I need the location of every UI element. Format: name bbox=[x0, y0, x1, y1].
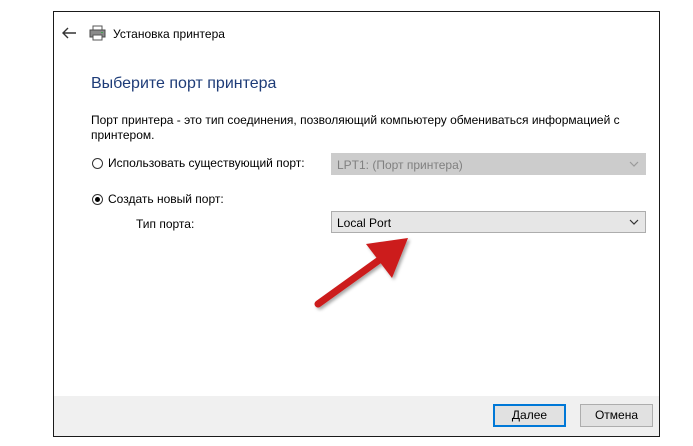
description-text: Порт принтера - это тип соединения, позв… bbox=[91, 113, 620, 142]
chevron-down-icon bbox=[629, 161, 639, 167]
create-new-port-option[interactable]: Создать новый порт: bbox=[92, 192, 224, 206]
printer-icon bbox=[89, 25, 106, 41]
existing-port-select: LPT1: (Порт принтера) bbox=[331, 153, 646, 175]
cancel-button[interactable]: Отмена bbox=[580, 404, 653, 427]
add-printer-dialog: Установка принтера Выберите порт принтер… bbox=[53, 11, 660, 437]
create-new-port-radio[interactable] bbox=[92, 193, 103, 205]
port-type-label: Тип порта: bbox=[136, 217, 195, 231]
next-button[interactable]: Далее bbox=[493, 404, 566, 427]
red-annotation-arrow bbox=[314, 238, 408, 308]
screenshot-canvas: Установка принтера Выберите порт принтер… bbox=[0, 0, 693, 446]
port-type-value: Local Port bbox=[337, 216, 392, 230]
title-bar: Установка принтера bbox=[54, 12, 659, 56]
use-existing-port-label: Использовать существующий порт: bbox=[108, 156, 305, 170]
existing-port-value: LPT1: (Порт принтера) bbox=[337, 158, 463, 172]
window-title: Установка принтера bbox=[113, 27, 225, 41]
chevron-down-icon bbox=[629, 219, 639, 225]
use-existing-port-radio[interactable] bbox=[92, 157, 103, 169]
dialog-footer: Далее Отмена bbox=[54, 396, 659, 436]
back-arrow-icon[interactable] bbox=[61, 26, 77, 40]
page-heading: Выберите порт принтера bbox=[91, 75, 277, 92]
create-new-port-label: Создать новый порт: bbox=[108, 192, 224, 206]
use-existing-port-option[interactable]: Использовать существующий порт: bbox=[92, 156, 305, 170]
port-type-select[interactable]: Local Port bbox=[331, 211, 646, 233]
